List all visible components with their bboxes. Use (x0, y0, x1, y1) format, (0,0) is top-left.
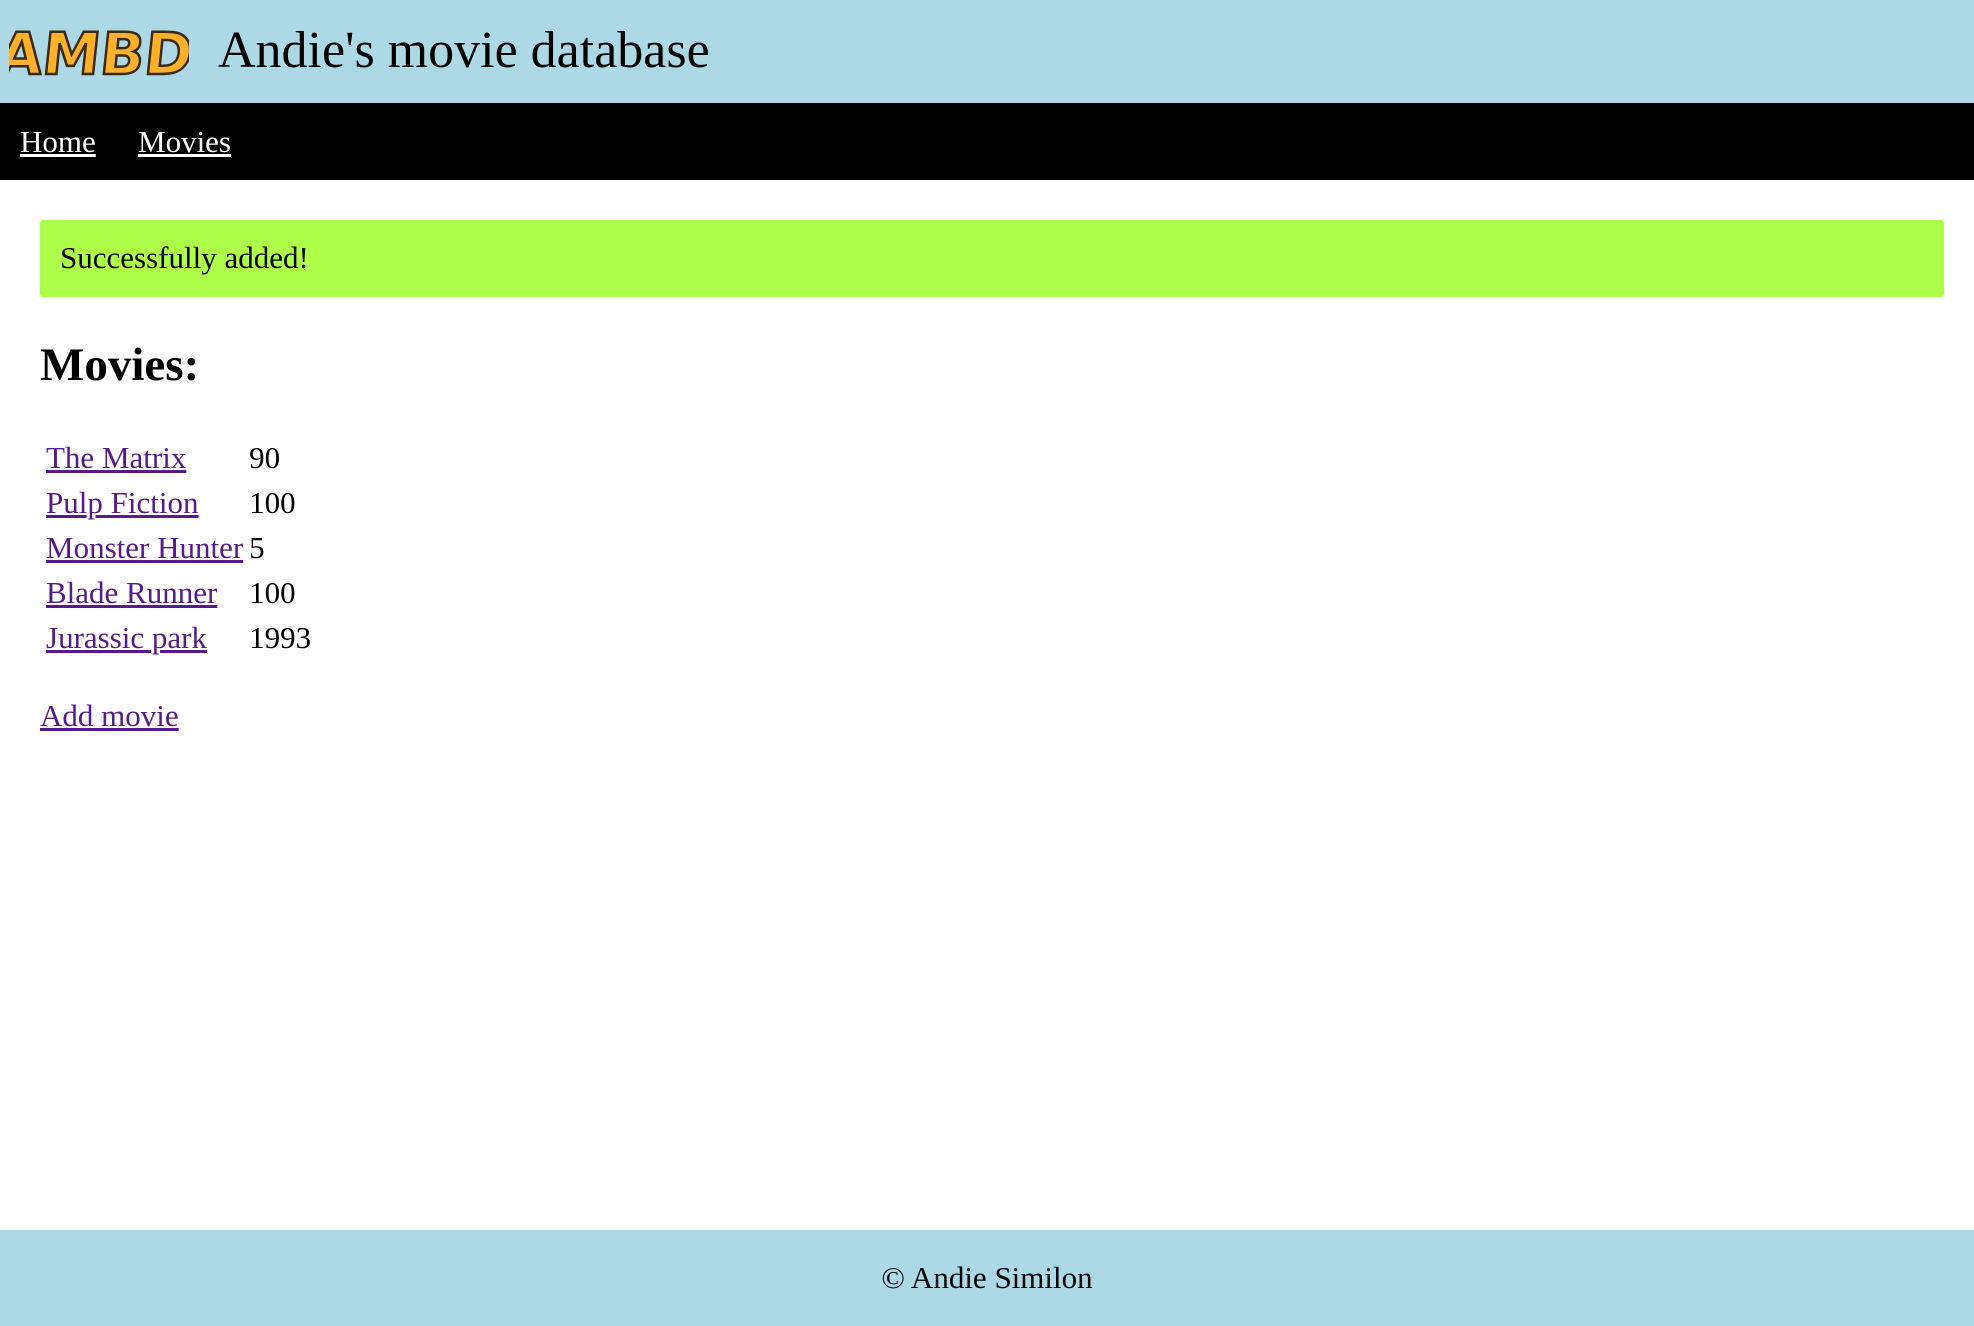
table-row: Pulp Fiction 100 (46, 483, 311, 523)
movie-value-cell: 5 (249, 530, 265, 565)
movie-value-cell: 90 (249, 440, 281, 475)
success-message: Successfully added! (60, 240, 309, 275)
table-row: Monster Hunter 5 (46, 528, 311, 568)
page-heading: Movies: (40, 339, 200, 391)
movie-title-cell: Jurassic park (46, 618, 243, 658)
movie-title-cell: Blade Runner (46, 573, 243, 613)
movie-link[interactable]: Blade Runner (46, 575, 217, 610)
site-header: AMBD Andie's movie database (0, 0, 1974, 103)
movie-link[interactable]: Jurassic park (46, 620, 207, 655)
movie-link[interactable]: Pulp Fiction (46, 485, 198, 520)
movie-title-cell: The Matrix (46, 438, 243, 478)
copyright-text: © Andie Similon (881, 1260, 1093, 1295)
logo-lettering: AMBD (9, 20, 189, 84)
success-alert: Successfully added! (40, 220, 1944, 297)
main-nav: Home Movies (0, 103, 1974, 180)
table-row: Blade Runner 100 (46, 573, 311, 613)
movie-value-cell: 100 (249, 485, 296, 520)
movie-title-cell: Pulp Fiction (46, 483, 243, 523)
movie-table: The Matrix 90 Pulp Fiction 100 Monster H… (40, 433, 317, 663)
movie-value-cell: 100 (249, 575, 296, 610)
movie-title-cell: Monster Hunter (46, 528, 243, 568)
movie-value-cell: 1993 (249, 620, 312, 655)
movie-link[interactable]: The Matrix (46, 440, 186, 475)
site-title: Andie's movie database (218, 22, 710, 79)
site-footer: © Andie Similon (0, 1230, 1974, 1326)
table-row: The Matrix 90 (46, 438, 311, 478)
movie-link[interactable]: Monster Hunter (46, 530, 243, 565)
site-logo[interactable]: AMBD (9, 20, 189, 84)
nav-link-movies[interactable]: Movies (138, 122, 231, 162)
table-row: Jurassic park 1993 (46, 618, 311, 658)
nav-link-home[interactable]: Home (20, 122, 96, 162)
add-movie-link[interactable]: Add movie (40, 696, 179, 736)
